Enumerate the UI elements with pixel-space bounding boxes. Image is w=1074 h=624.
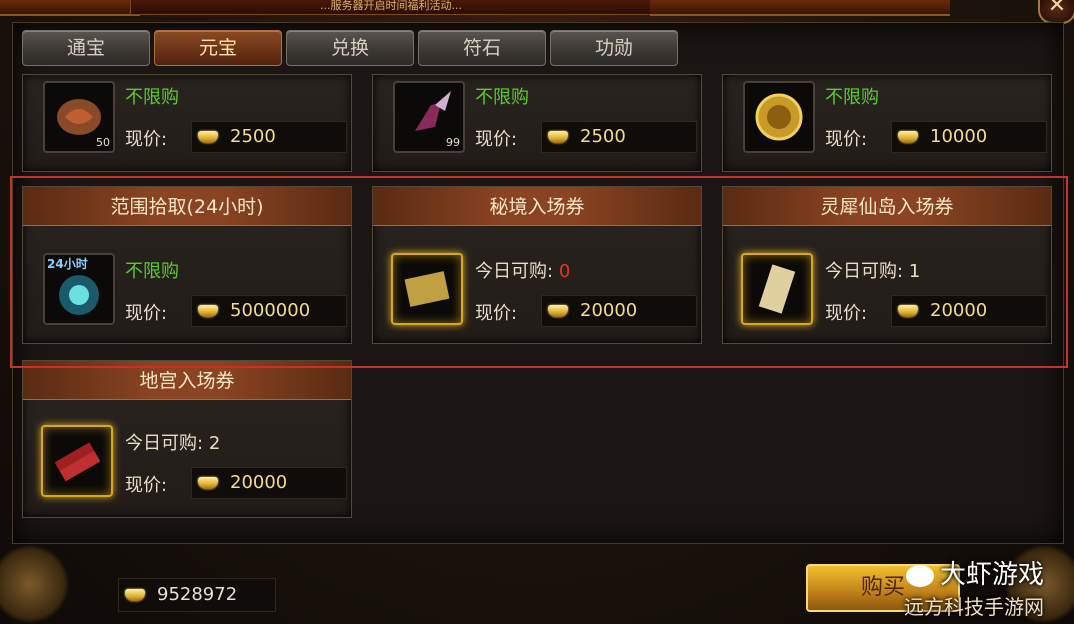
price-box: 20000 (541, 295, 697, 327)
ingot-icon (898, 305, 918, 317)
tab-yuanbao[interactable]: 元宝 (154, 30, 282, 66)
wechat-icon (905, 564, 934, 587)
price-box: 2500 (541, 121, 697, 153)
price-label: 现价: (475, 129, 518, 150)
tab-exchange[interactable]: 兑换 (286, 30, 414, 66)
watermark: 大虾游戏 远方科技手游网 (904, 554, 1044, 620)
limit-value: 1 (908, 261, 921, 282)
wing-boot-icon: 99 (393, 81, 465, 153)
limit-label: 不限购 (475, 87, 529, 108)
shop-item-card[interactable]: 范围拾取(24小时) 24小时 不限购 现价: 5000000 (22, 186, 352, 344)
dragon-ore-icon: 50 (43, 81, 115, 153)
price-value: 20000 (580, 300, 638, 321)
limit-label: 不限购 (825, 87, 879, 108)
gold-medal-icon (743, 81, 815, 153)
shop-item-card[interactable]: 99 不限购 现价: 2500 (372, 74, 702, 172)
ingot-icon (898, 131, 918, 143)
price-value: 10000 (930, 126, 988, 147)
price-value: 5000000 (230, 300, 311, 321)
shop-item-card[interactable]: 50 不限购 现价: 2500 (22, 74, 352, 172)
shop-item-card[interactable]: 不限购 现价: 10000 (722, 74, 1052, 172)
ingot-icon (548, 305, 568, 317)
price-box: 10000 (891, 121, 1047, 153)
shop-item-card[interactable]: 灵犀仙岛入场券 今日可购: 1 现价: 20000 (722, 186, 1052, 344)
price-box: 5000000 (191, 295, 347, 327)
ingot-icon (125, 589, 145, 601)
scroll-icon (391, 253, 463, 325)
price-value: 2500 (580, 126, 626, 147)
shop-item-card[interactable]: 秘境入场券 今日可购: 0 现价: 20000 (372, 186, 702, 344)
limit-label: 今日可购: 0 (475, 261, 571, 282)
price-label: 现价: (825, 129, 868, 150)
ingot-icon (198, 131, 218, 143)
tab-rune[interactable]: 符石 (418, 30, 546, 66)
top-banner: ...服务器开启时间福利活动... (130, 0, 652, 15)
price-value: 20000 (230, 472, 288, 493)
item-count: 50 (96, 136, 110, 149)
dragon-ornament-left (0, 544, 70, 624)
top-left-ornament (0, 0, 140, 16)
price-label: 现价: (125, 475, 168, 496)
tab-bar: 通宝 元宝 兑换 符石 功勋 (22, 30, 678, 68)
item-count: 99 (446, 136, 460, 149)
price-box: 20000 (891, 295, 1047, 327)
price-box: 20000 (191, 467, 347, 499)
price-value: 20000 (930, 300, 988, 321)
firecracker-icon (41, 425, 113, 497)
ticket-icon (741, 253, 813, 325)
item-title: 灵犀仙岛入场券 (723, 187, 1051, 226)
ingot-icon (548, 131, 568, 143)
price-label: 现价: (825, 303, 868, 324)
duration-tag: 24小时 (47, 257, 88, 271)
limit-label: 不限购 (125, 261, 179, 282)
game-window: ...服务器开启时间福利活动... ✕ 通宝 元宝 兑换 符石 功勋 50 不限… (0, 0, 1074, 624)
balance-value: 9528972 (157, 584, 238, 605)
tab-merit[interactable]: 功勋 (550, 30, 678, 66)
ingot-icon (198, 305, 218, 317)
shop-item-card[interactable]: 地宫入场券 今日可购: 2 现价: 20000 (22, 360, 352, 518)
balance-box: 9528972 (118, 578, 276, 612)
item-title: 地宫入场券 (23, 361, 351, 400)
limit-value: 0 (558, 261, 571, 282)
limit-label: 不限购 (125, 87, 179, 108)
top-right-ornament (650, 0, 950, 16)
price-label: 现价: (125, 303, 168, 324)
close-button[interactable]: ✕ (1038, 0, 1074, 24)
watermark-line2: 远方科技手游网 (904, 595, 1044, 619)
price-label: 现价: (125, 129, 168, 150)
limit-value: 2 (208, 433, 221, 454)
limit-label: 今日可购: 2 (125, 433, 221, 454)
watermark-line1: 大虾游戏 (939, 560, 1044, 590)
tab-tongbao[interactable]: 通宝 (22, 30, 150, 66)
item-title: 范围拾取(24小时) (23, 187, 351, 226)
limit-label: 今日可购: 1 (825, 261, 921, 282)
price-box: 2500 (191, 121, 347, 153)
ingot-icon (198, 477, 218, 489)
price-label: 现价: (475, 303, 518, 324)
item-title: 秘境入场券 (373, 187, 701, 226)
price-value: 2500 (230, 126, 276, 147)
orb-icon: 24小时 (43, 253, 115, 325)
